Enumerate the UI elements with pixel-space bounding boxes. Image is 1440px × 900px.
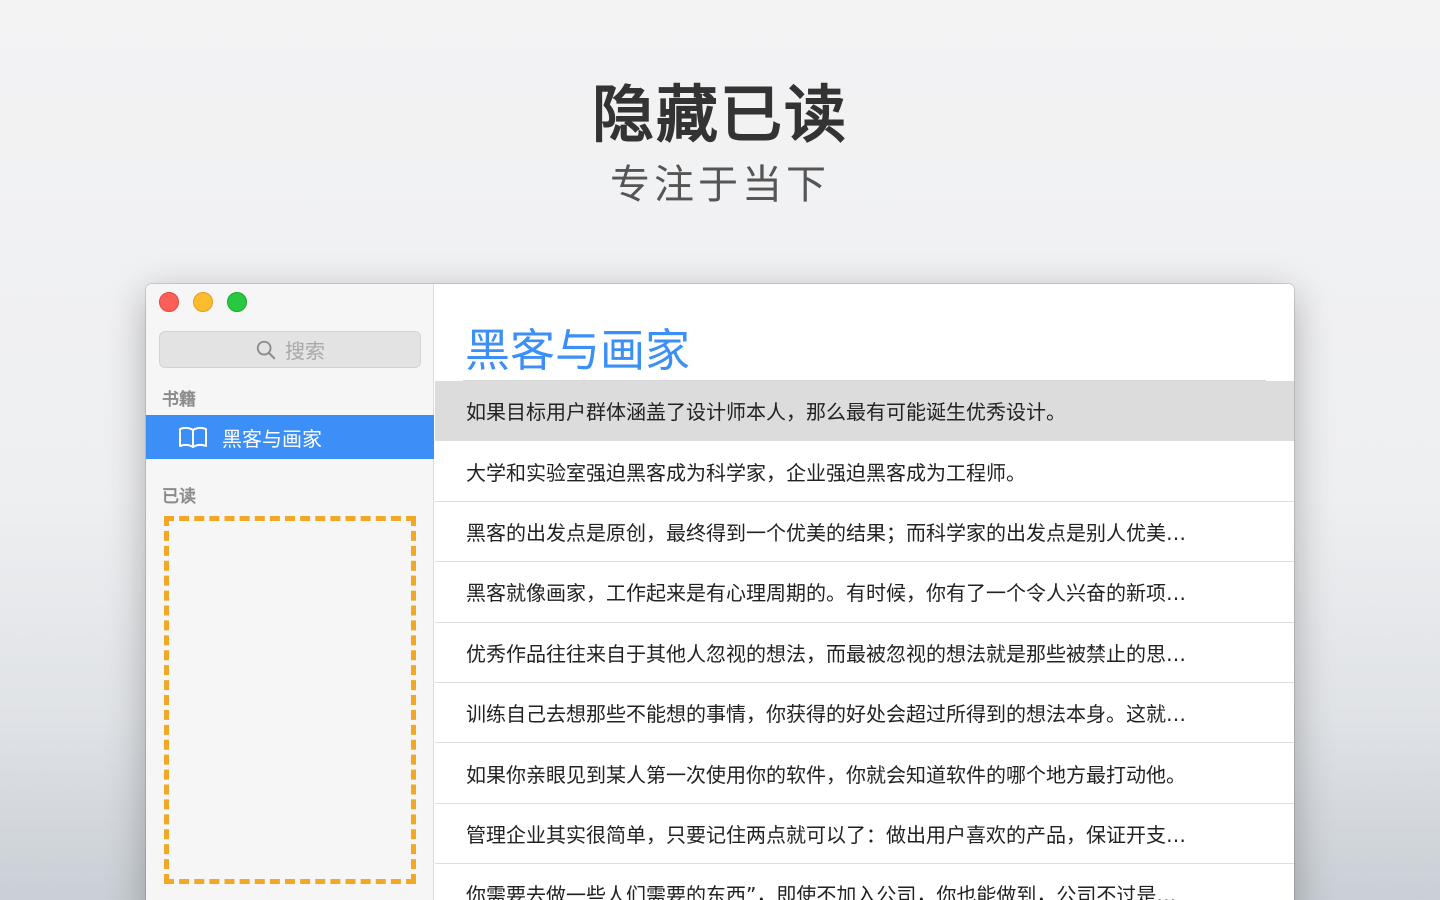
- list-item[interactable]: 黑客就像画家，工作起来是有心理周期的。有时候，你有了一个令人兴奋的新项…: [435, 562, 1294, 623]
- list-item[interactable]: 如果你亲眼见到某人第一次使用你的软件，你就会知道软件的哪个地方最打动他。: [435, 743, 1294, 804]
- window-minimize-button[interactable]: [193, 292, 213, 312]
- list-item[interactable]: 优秀作品往往来自于其他人忽视的想法，而最被忽视的想法就是那些被禁止的思…: [435, 623, 1294, 683]
- list-item[interactable]: 训练自己去想那些不能想的事情，你获得的好处会超过所得到的想法本身。这就…: [435, 683, 1294, 744]
- search-icon: [256, 340, 276, 359]
- search-field[interactable]: 搜索: [159, 331, 421, 368]
- sidebar: 搜索 书籍 黑客与画家 已读: [146, 284, 434, 900]
- hero-subtitle: 专注于当下: [610, 162, 830, 208]
- highlight-list: 如果目标用户群体涵盖了设计师本人，那么最有可能诞生优秀设计。 大学和实验室强迫黑…: [435, 381, 1294, 900]
- window-zoom-button[interactable]: [227, 292, 247, 312]
- list-item[interactable]: 你需要去做一些人们需要的东西”，即使不加入公司，你也能做到，公司不过是…: [435, 864, 1294, 900]
- read-section-label: 已读: [162, 487, 196, 507]
- hero-title: 隐藏已读: [591, 78, 848, 151]
- window-close-button[interactable]: [159, 292, 179, 312]
- sidebar-item-book[interactable]: 黑客与画家: [146, 415, 434, 459]
- list-item[interactable]: 管理企业其实很简单，只要记住两点就可以了：做出用户喜欢的产品，保证开支…: [435, 804, 1294, 865]
- list-item[interactable]: 如果目标用户群体涵盖了设计师本人，那么最有可能诞生优秀设计。: [435, 381, 1294, 442]
- books-section-label: 书籍: [162, 390, 196, 410]
- book-title: 黑客与画家: [465, 324, 691, 377]
- sidebar-item-label: 黑客与画家: [222, 426, 322, 451]
- list-item[interactable]: 黑客的出发点是原创，最终得到一个优美的结果；而科学家的出发点是别人优美…: [435, 502, 1294, 563]
- app-window: 搜索 书籍 黑客与画家 已读 黑客与画家 如果目标用户群体涵盖了设计师本人，那么…: [146, 284, 1294, 900]
- search-placeholder: 搜索: [285, 339, 325, 363]
- read-drop-zone[interactable]: [164, 516, 416, 884]
- list-item[interactable]: 大学和实验室强迫黑客成为科学家，企业强迫黑客成为工程师。: [435, 441, 1294, 502]
- book-icon: [179, 426, 207, 448]
- content-pane: 黑客与画家 如果目标用户群体涵盖了设计师本人，那么最有可能诞生优秀设计。 大学和…: [435, 284, 1294, 900]
